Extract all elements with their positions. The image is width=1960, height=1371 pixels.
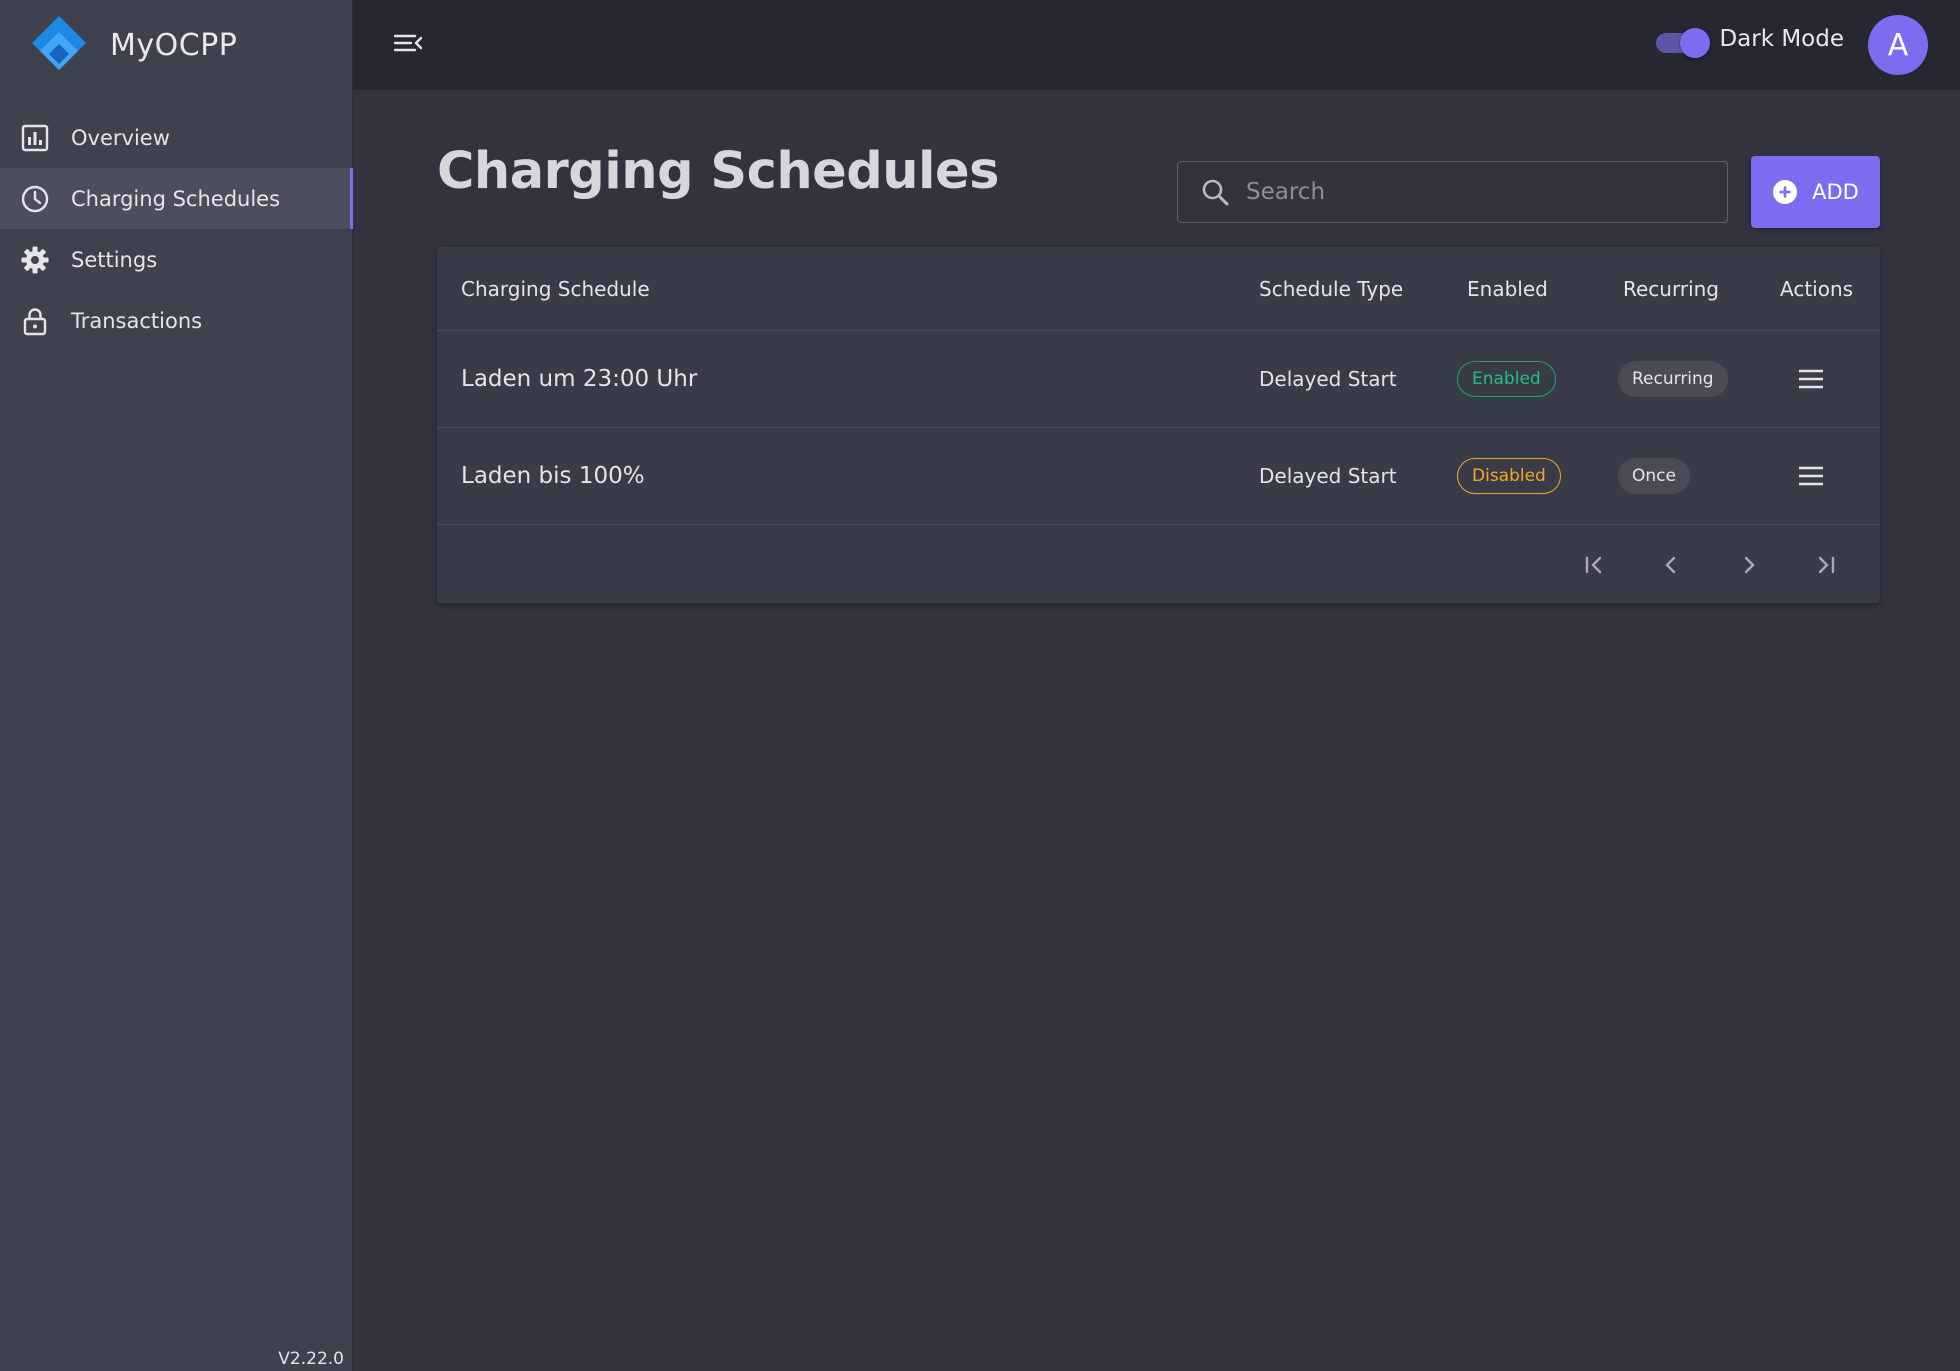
sidebar-item-settings[interactable]: Settings bbox=[0, 229, 353, 290]
column-header-actions: Actions bbox=[1780, 276, 1854, 301]
recurrence-badge: Once bbox=[1618, 458, 1690, 494]
schedule-type: Delayed Start bbox=[1259, 367, 1397, 391]
row-menu-icon[interactable] bbox=[1791, 359, 1831, 399]
sidebar-item-charging-schedules[interactable]: Charging Schedules bbox=[0, 168, 353, 229]
recurring-cell: Recurring bbox=[1618, 331, 1728, 427]
enabled-cell: Disabled bbox=[1457, 428, 1561, 524]
chart-icon bbox=[20, 123, 50, 153]
avatar[interactable]: A bbox=[1868, 15, 1928, 75]
actions-cell bbox=[1780, 331, 1831, 427]
recurrence-badge: Recurring bbox=[1618, 361, 1728, 397]
app-version: V2.22.0 bbox=[278, 1349, 344, 1369]
app-name: MyOCPP bbox=[110, 27, 238, 63]
schedule-name: Laden bis 100% bbox=[461, 463, 645, 489]
column-header-name[interactable]: Charging Schedule bbox=[461, 247, 650, 330]
table-row[interactable]: Laden bis 100% Delayed Start Disabled On… bbox=[437, 428, 1880, 525]
status-badge: Disabled bbox=[1457, 458, 1561, 494]
column-header-enabled[interactable]: Enabled bbox=[1467, 247, 1548, 330]
schedule-name: Laden um 23:00 Uhr bbox=[461, 366, 698, 392]
sidebar-nav: Overview Charging Schedules Settings Tra… bbox=[0, 107, 353, 351]
lock-icon bbox=[20, 306, 50, 336]
sidebar-item-label: Overview bbox=[71, 125, 170, 150]
sidebar-item-label: Transactions bbox=[71, 308, 203, 333]
clock-icon bbox=[20, 184, 50, 214]
brand[interactable]: MyOCPP bbox=[28, 10, 237, 80]
add-circle-icon bbox=[1773, 180, 1798, 204]
add-button-label: ADD bbox=[1812, 180, 1859, 204]
schedule-type: Delayed Start bbox=[1259, 464, 1397, 488]
actions-cell bbox=[1780, 428, 1831, 524]
sidebar-item-label: Settings bbox=[71, 247, 158, 272]
next-page-icon[interactable] bbox=[1729, 545, 1769, 585]
pagination bbox=[1560, 525, 1880, 603]
last-page-icon[interactable] bbox=[1806, 545, 1846, 585]
row-menu-icon[interactable] bbox=[1791, 456, 1831, 496]
status-badge: Enabled bbox=[1457, 361, 1556, 397]
table-row[interactable]: Laden um 23:00 Uhr Delayed Start Enabled… bbox=[437, 331, 1880, 428]
top-bar: Dark Mode A bbox=[353, 0, 1960, 90]
dark-mode-label: Dark Mode bbox=[1719, 26, 1844, 52]
schedules-table: Charging Schedule Schedule Type Enabled … bbox=[437, 247, 1880, 603]
column-header-type[interactable]: Schedule Type bbox=[1259, 247, 1403, 330]
logo-icon bbox=[32, 16, 86, 70]
search-input[interactable] bbox=[1246, 162, 1727, 222]
page-title: Charging Schedules bbox=[437, 142, 999, 201]
previous-page-icon[interactable] bbox=[1651, 545, 1691, 585]
gear-icon bbox=[20, 245, 50, 275]
sidebar: MyOCPP Overview Charging Schedules Setti… bbox=[0, 0, 353, 1371]
table-header: Charging Schedule Schedule Type Enabled … bbox=[437, 247, 1880, 331]
column-header-recurring[interactable]: Recurring bbox=[1623, 247, 1719, 330]
dark-mode-toggle[interactable] bbox=[1654, 28, 1710, 58]
toggle-knob bbox=[1680, 28, 1710, 58]
first-page-icon[interactable] bbox=[1574, 545, 1614, 585]
search-icon bbox=[1202, 179, 1229, 206]
sidebar-item-overview[interactable]: Overview bbox=[0, 107, 353, 168]
recurring-cell: Once bbox=[1618, 428, 1690, 524]
add-button[interactable]: ADD bbox=[1751, 156, 1880, 228]
enabled-cell: Enabled bbox=[1457, 331, 1556, 427]
search-field[interactable] bbox=[1177, 161, 1728, 223]
sidebar-item-transactions[interactable]: Transactions bbox=[0, 290, 353, 351]
menu-collapse-icon[interactable] bbox=[391, 28, 425, 58]
sidebar-item-label: Charging Schedules bbox=[71, 186, 281, 211]
